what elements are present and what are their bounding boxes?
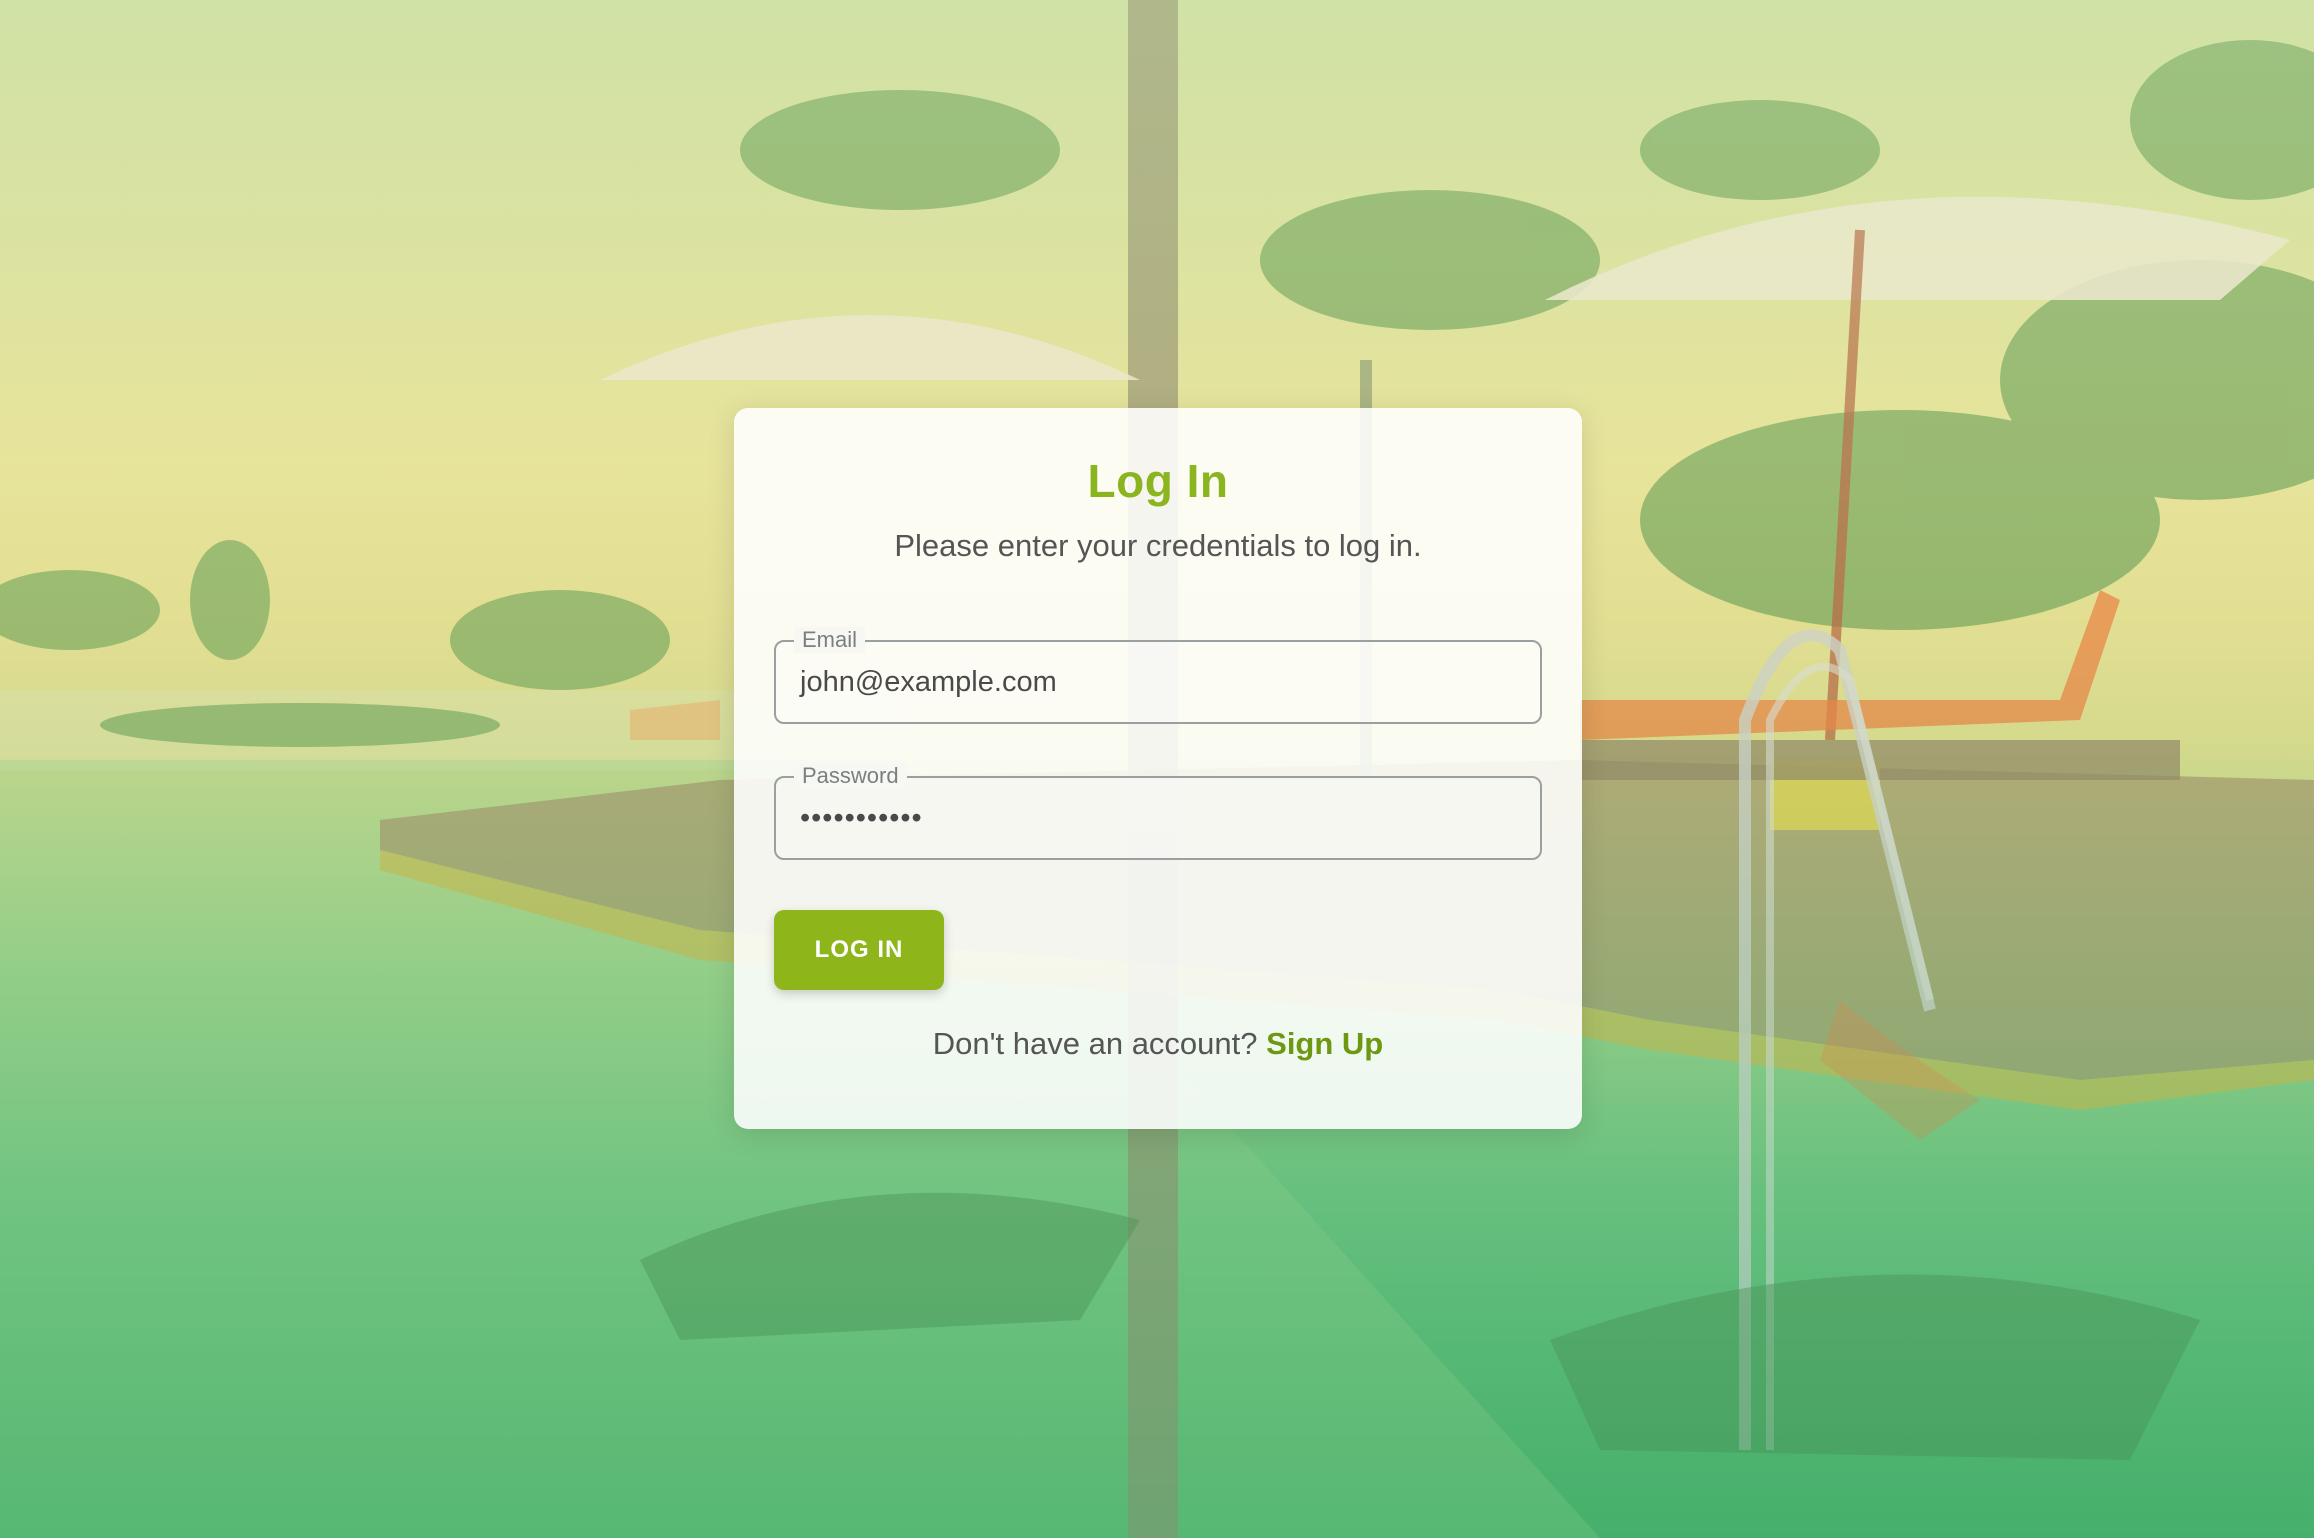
signup-prompt: Don't have an account? — [932, 1026, 1258, 1061]
login-button[interactable]: LOG IN — [774, 910, 944, 990]
password-field[interactable]: Password ••••••••••• — [774, 763, 1542, 860]
password-input[interactable]: ••••••••••• — [800, 778, 1516, 858]
signup-row: Don't have an account? Sign Up — [734, 1026, 1582, 1062]
email-field[interactable]: Email john@example.com — [774, 627, 1542, 724]
login-subtitle: Please enter your credentials to log in. — [894, 528, 1422, 563]
email-input[interactable]: john@example.com — [800, 642, 1516, 722]
page-title: Log In — [1087, 455, 1229, 507]
signup-link[interactable]: Sign Up — [1266, 1026, 1383, 1061]
login-card: Log In Please enter your credentials to … — [734, 408, 1582, 1129]
